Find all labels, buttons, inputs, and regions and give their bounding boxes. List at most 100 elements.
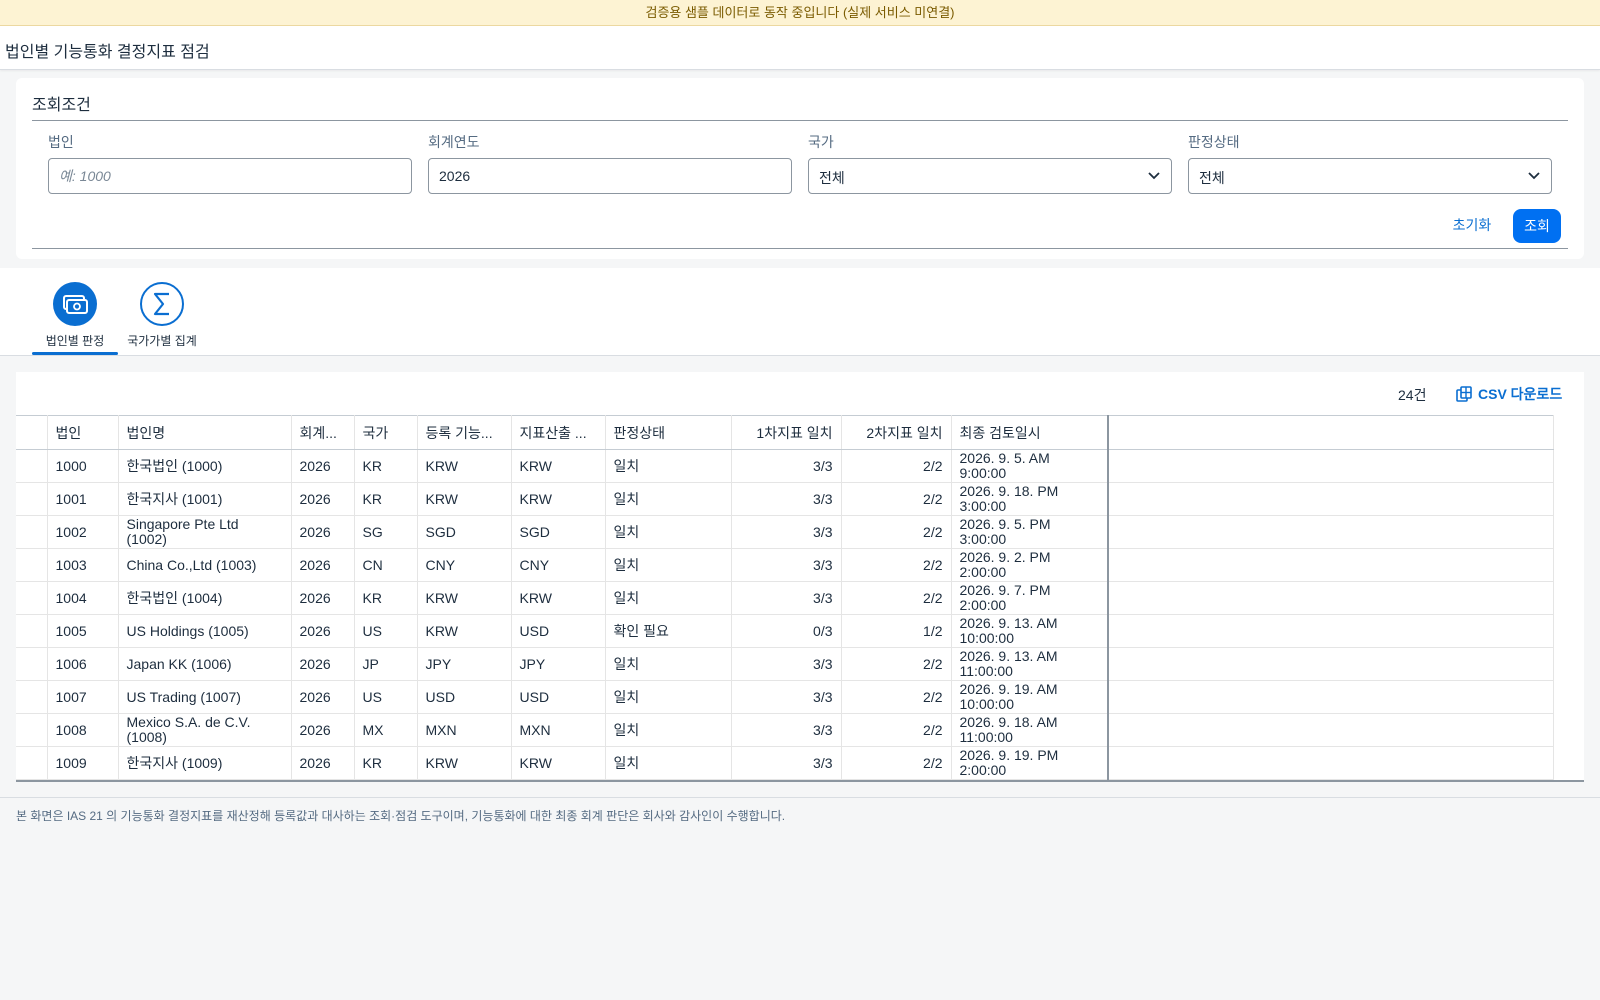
- search-button[interactable]: 조회: [1513, 209, 1561, 243]
- first-indicator-cell: 3/3: [731, 647, 842, 681]
- divider: [32, 248, 1568, 249]
- row-selector-cell[interactable]: [16, 515, 48, 549]
- status-label: 판정상태: [1188, 134, 1240, 150]
- registered-currency-cell: SGD: [417, 515, 512, 549]
- entity-table: 법인 법인명 회계... 국가 등록 기능... 지표산출 ... 판정상태 1…: [16, 415, 1554, 780]
- first-indicator-cell: 3/3: [731, 515, 842, 549]
- second-indicator-cell: 2/2: [841, 581, 952, 615]
- column-header-second-indicator[interactable]: 2차지표 일치: [841, 415, 952, 450]
- fiscal-year-cell: 2026: [291, 713, 355, 747]
- table-row[interactable]: 1001 한국지사 (1001) 2026 KR KRW KRW 일치 3/3 2/2 2026.…: [16, 482, 1554, 516]
- status-cell: 일치: [605, 647, 732, 681]
- table-row[interactable]: 1002 Singapore Pte Ltd (1002) 2026 SG SGD SGD…: [16, 515, 1554, 549]
- status-select[interactable]: 전체: [1188, 158, 1552, 194]
- fiscal-year-field-box: [428, 158, 792, 194]
- column-header-entity[interactable]: 법인: [47, 415, 119, 450]
- empty-cell: [1107, 581, 1554, 615]
- registered-currency-cell: KRW: [417, 482, 512, 516]
- fiscal-year-cell: 2026: [291, 680, 355, 714]
- table-header-row: 법인 법인명 회계... 국가 등록 기능... 지표산출 ... 판정상태 1…: [16, 415, 1554, 450]
- calculated-currency-cell: USD: [511, 614, 606, 648]
- column-header-last-reviewed[interactable]: 최종 검토일시: [951, 415, 1109, 450]
- results-panel: 24건 CSV 다운로드 법인 법인명 회계... 국가 등록 기능... 지표…: [16, 372, 1584, 782]
- column-header-first-indicator[interactable]: 1차지표 일치: [731, 415, 842, 450]
- chevron-down-icon: [1148, 172, 1160, 180]
- entity-cell: 1008: [47, 713, 119, 747]
- row-selector-cell[interactable]: [16, 581, 48, 615]
- country-cell: CN: [354, 548, 418, 582]
- second-indicator-cell: 2/2: [841, 515, 952, 549]
- table-row[interactable]: 1004 한국법인 (1004) 2026 KR KRW KRW 일치 3/3 2/2 2026.…: [16, 581, 1554, 615]
- fiscal-year-cell: 2026: [291, 548, 355, 582]
- reset-button[interactable]: 초기화: [1442, 210, 1502, 240]
- registered-currency-cell: USD: [417, 680, 512, 714]
- country-select[interactable]: 전체: [808, 158, 1172, 194]
- column-header-status[interactable]: 판정상태: [605, 415, 732, 450]
- country-cell: KR: [354, 581, 418, 615]
- last-reviewed-cell: 2026. 9. 19. AM 10:00:00: [951, 680, 1109, 714]
- calculated-currency-cell: JPY: [511, 647, 606, 681]
- second-indicator-cell: 2/2: [841, 449, 952, 483]
- registered-currency-cell: CNY: [417, 548, 512, 582]
- entity-input[interactable]: [49, 159, 411, 193]
- entity-name-cell: 한국지사 (1001): [118, 482, 292, 516]
- country-cell: MX: [354, 713, 418, 747]
- calculated-currency-cell: KRW: [511, 449, 606, 483]
- country-cell: KR: [354, 746, 418, 780]
- entity-name-cell: US Holdings (1005): [118, 614, 292, 648]
- row-selector-cell[interactable]: [16, 548, 48, 582]
- tab-country-summary[interactable]: 국가가별 집계: [117, 282, 207, 356]
- column-header-fiscal-year[interactable]: 회계...: [291, 415, 355, 450]
- row-selector-cell[interactable]: [16, 680, 48, 714]
- table-row[interactable]: 1005 US Holdings (1005) 2026 US KRW USD 확인 필요 0…: [16, 614, 1554, 648]
- country-cell: KR: [354, 449, 418, 483]
- column-header-registered-currency[interactable]: 등록 기능...: [417, 415, 512, 450]
- status-cell: 일치: [605, 548, 732, 582]
- column-header-country[interactable]: 국가: [354, 415, 418, 450]
- csv-download-button[interactable]: CSV 다운로드: [1456, 383, 1562, 405]
- row-selector-cell[interactable]: [16, 713, 48, 747]
- calculated-currency-cell: KRW: [511, 581, 606, 615]
- row-selector-cell[interactable]: [16, 449, 48, 483]
- second-indicator-cell: 2/2: [841, 482, 952, 516]
- table-row[interactable]: 1006 Japan KK (1006) 2026 JP JPY JPY 일치 3/3 2/2 2…: [16, 647, 1554, 681]
- active-tab-indicator: [32, 352, 118, 355]
- money-bills-icon: [53, 282, 97, 326]
- empty-cell: [1107, 515, 1554, 549]
- first-indicator-cell: 3/3: [731, 482, 842, 516]
- entity-field-box: [48, 158, 412, 194]
- table-row[interactable]: 1007 US Trading (1007) 2026 US USD USD 일치 3/3 2/…: [16, 680, 1554, 714]
- empty-cell: [1107, 482, 1554, 516]
- table-row[interactable]: 1000 한국법인 (1000) 2026 KR KRW KRW 일치 3/3 2/2 2026.…: [16, 449, 1554, 483]
- calculated-currency-cell: KRW: [511, 482, 606, 516]
- page-header: 법인별 기능통화 결정지표 점검: [0, 26, 1600, 70]
- entity-name-cell: 한국법인 (1000): [118, 449, 292, 483]
- fiscal-year-label: 회계연도: [428, 134, 480, 150]
- row-selector-cell[interactable]: [16, 746, 48, 780]
- entity-name-cell: 한국지사 (1009): [118, 746, 292, 780]
- column-header-entity-name[interactable]: 법인명: [118, 415, 292, 450]
- selection-column-header[interactable]: [16, 415, 48, 450]
- tab-bar: 법인별 판정 국가가별 집계: [0, 268, 1600, 356]
- row-selector-cell[interactable]: [16, 647, 48, 681]
- row-selector-cell[interactable]: [16, 614, 48, 648]
- country-cell: SG: [354, 515, 418, 549]
- country-cell: KR: [354, 482, 418, 516]
- entity-name-cell: 한국법인 (1004): [118, 581, 292, 615]
- fiscal-year-input[interactable]: [429, 159, 791, 193]
- table-row[interactable]: 1003 China Co.,Ltd (1003) 2026 CN CNY CNY 일치 3/…: [16, 548, 1554, 582]
- second-indicator-cell: 2/2: [841, 746, 952, 780]
- second-indicator-cell: 2/2: [841, 680, 952, 714]
- table-row[interactable]: 1008 Mexico S.A. de C.V. (1008) 2026 MX MXN M…: [16, 713, 1554, 747]
- status-cell: 일치: [605, 515, 732, 549]
- page-title: 법인별 기능통화 결정지표 점검: [5, 44, 210, 61]
- country-cell: US: [354, 680, 418, 714]
- empty-cell: [1107, 647, 1554, 681]
- first-indicator-cell: 3/3: [731, 680, 842, 714]
- entity-cell: 1002: [47, 515, 119, 549]
- tab-entity-judgement[interactable]: 법인별 판정: [30, 282, 120, 356]
- empty-cell: [1107, 746, 1554, 780]
- column-header-calculated-currency[interactable]: 지표산출 ...: [511, 415, 606, 450]
- table-row[interactable]: 1009 한국지사 (1009) 2026 KR KRW KRW 일치 3/3 2/2 2026.…: [16, 746, 1554, 780]
- row-selector-cell[interactable]: [16, 482, 48, 516]
